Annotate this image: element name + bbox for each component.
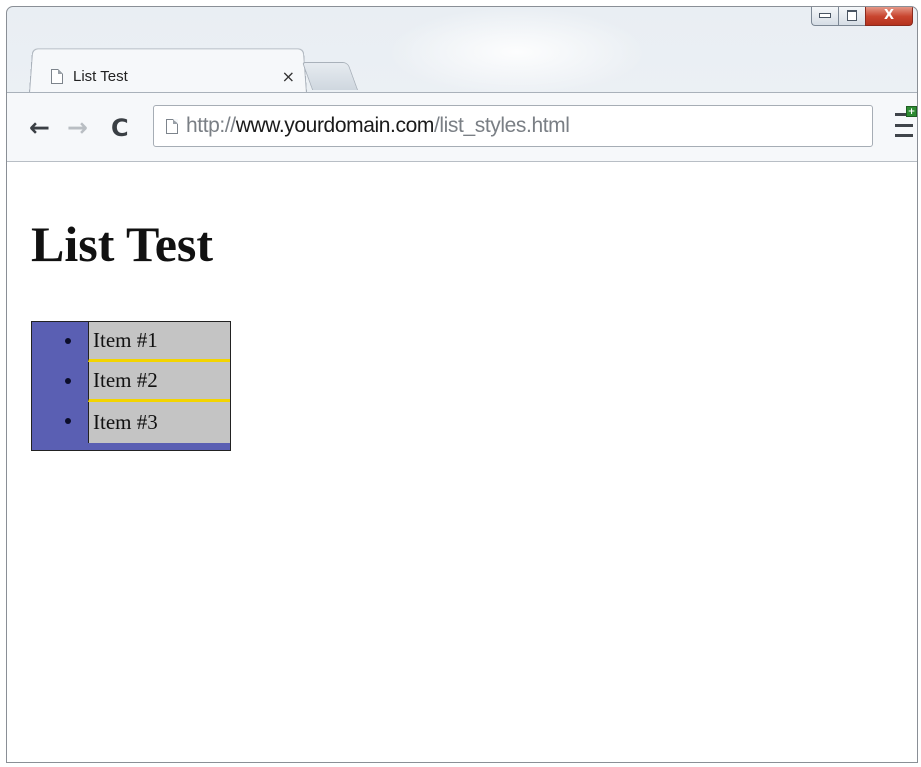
url-host: www.yourdomain.com [235, 114, 435, 137]
close-icon: X [883, 8, 895, 23]
menu-bar-line [895, 134, 913, 137]
maximize-button[interactable] [838, 7, 865, 26]
page-viewport: List Test Item #1 Item #2 Item #3 [7, 162, 917, 762]
page-info-icon [166, 118, 178, 134]
minimize-icon [819, 13, 831, 18]
url-path: /list_styles.html [433, 114, 570, 137]
titlebar-glare [387, 7, 647, 97]
reload-icon[interactable]: C [111, 113, 129, 143]
page-title: List Test [31, 216, 214, 272]
list-item: Item #2 [65, 362, 230, 402]
styled-list: Item #1 Item #2 Item #3 [31, 321, 231, 451]
menu-bar-line [895, 123, 913, 127]
minimize-button[interactable] [811, 7, 838, 26]
tab-title: List Test [73, 67, 128, 85]
browser-window: X List Test × ← → C http://www.yourdomai… [6, 6, 918, 763]
tab-close-icon[interactable]: × [282, 67, 295, 86]
new-tab-button[interactable] [301, 62, 359, 90]
list-item: Item #1 [65, 322, 230, 362]
list-item: Item #3 [65, 402, 230, 443]
window-controls: X [811, 7, 913, 28]
address-bar[interactable]: http://www.yourdomain.com/list_styles.ht… [153, 105, 873, 147]
page-icon [51, 68, 63, 84]
maximize-icon [847, 10, 857, 21]
close-window-button[interactable]: X [865, 7, 913, 26]
back-arrow-icon[interactable]: ← [29, 113, 50, 143]
url-text: http://www.yourdomain.com/list_styles.ht… [186, 114, 570, 138]
tab-content: List Test × [51, 64, 301, 88]
browser-toolbar: ← → C http://www.yourdomain.com/list_sty… [7, 92, 917, 162]
update-badge-icon: + [906, 106, 917, 117]
url-scheme: http:// [186, 114, 236, 137]
forward-arrow-icon[interactable]: → [67, 113, 88, 143]
